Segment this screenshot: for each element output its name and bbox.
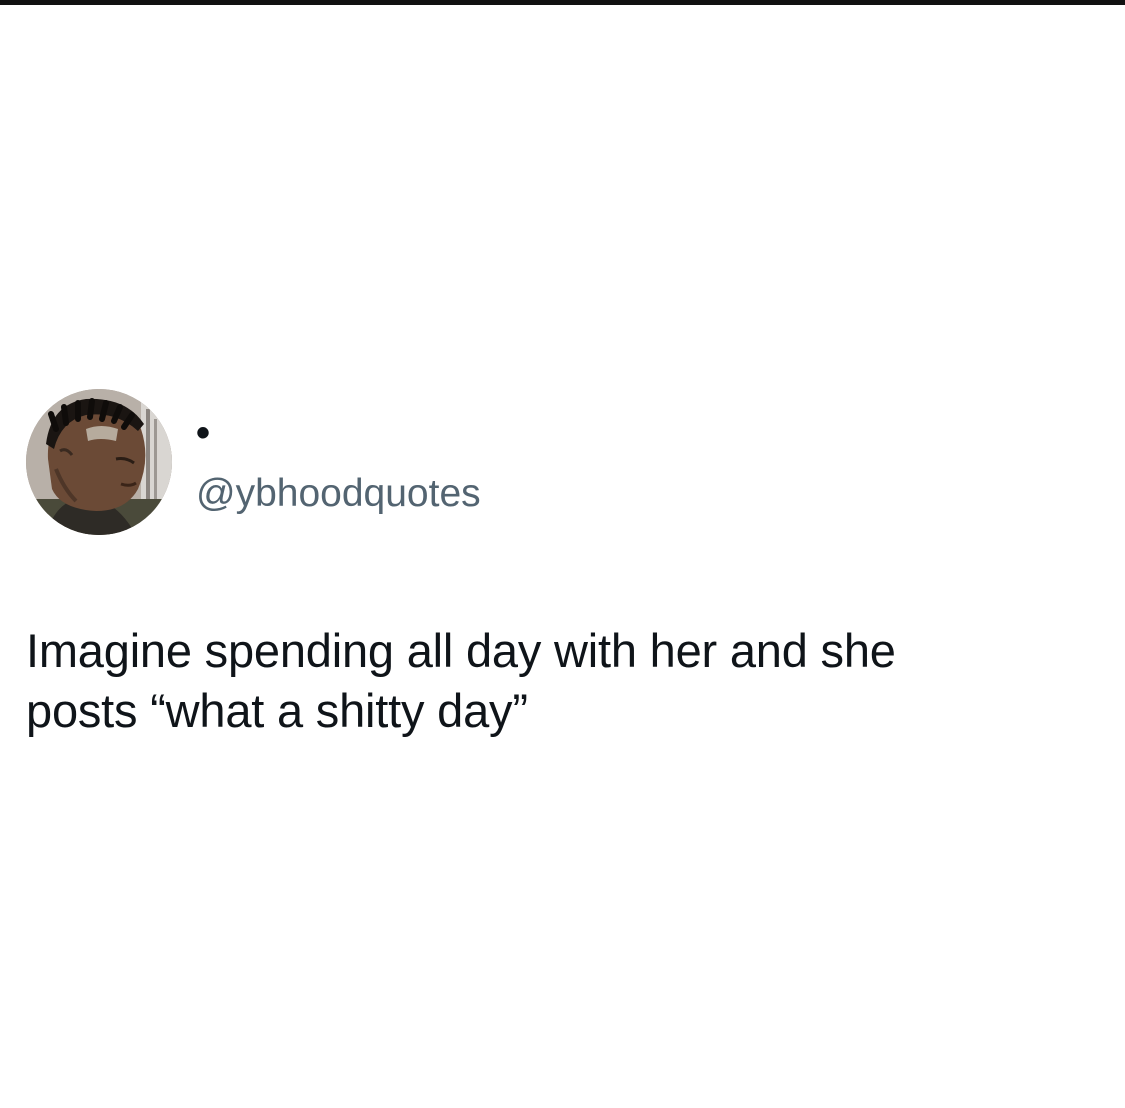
- user-handle[interactable]: @ybhoodquotes: [196, 472, 481, 516]
- top-border: [0, 0, 1125, 5]
- tweet-text-line: posts “what a shitty day”: [26, 684, 528, 737]
- tweet-text-line: Imagine spending all day with her and sh…: [26, 624, 896, 677]
- display-name[interactable]: •: [196, 413, 210, 453]
- tweet-header: • @ybhoodquotes: [26, 389, 1096, 535]
- avatar-image: [26, 389, 172, 535]
- tweet-card: • @ybhoodquotes Imagine spending all day…: [26, 389, 1096, 741]
- tweet-text: Imagine spending all day with her and sh…: [26, 621, 1096, 741]
- avatar[interactable]: [26, 389, 172, 535]
